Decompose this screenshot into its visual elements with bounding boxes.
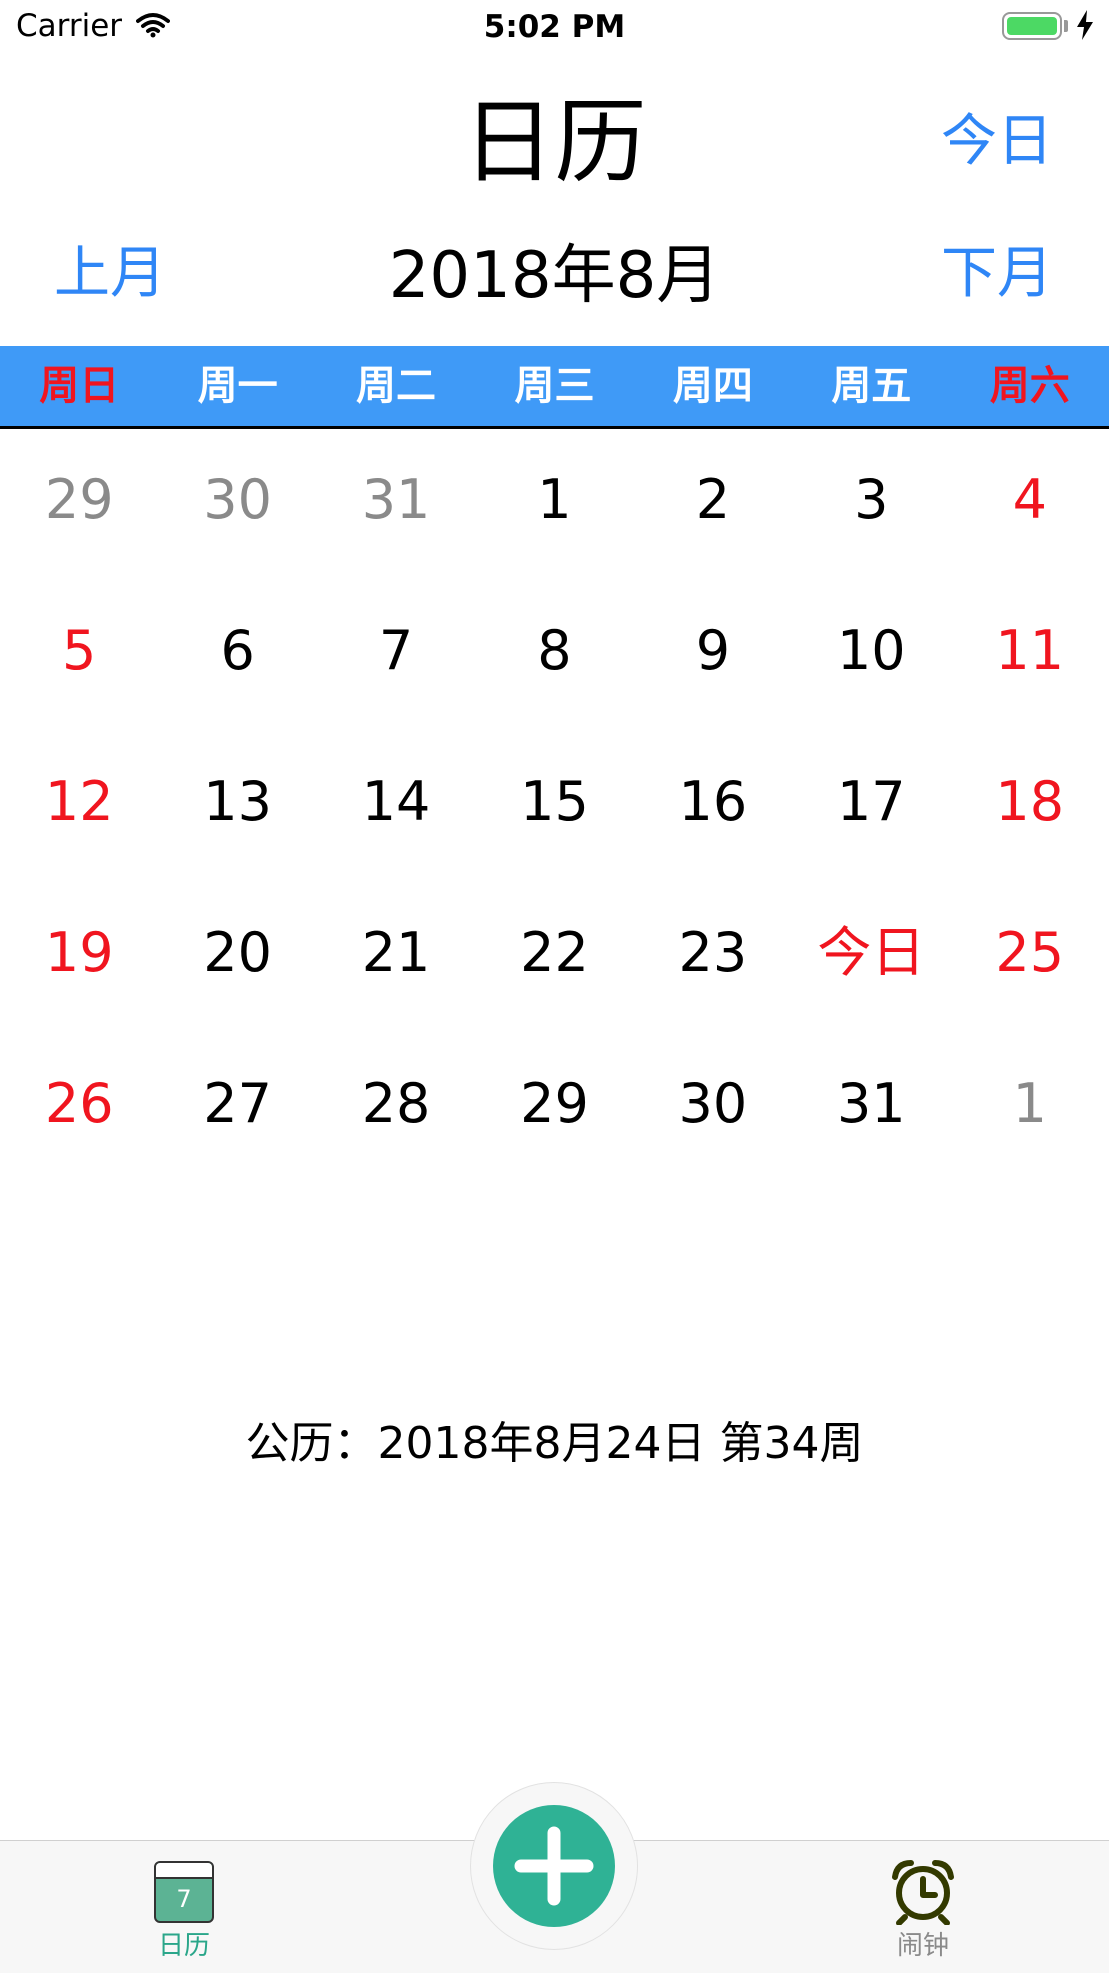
day-cell[interactable]: 29 <box>475 1042 633 1193</box>
day-cell[interactable]: 3 <box>792 438 950 589</box>
day-cell[interactable]: 9 <box>634 589 792 740</box>
date-info: 公历：2018年8月24日 第34周 <box>245 1418 864 1469</box>
week-row: 5 6 7 8 9 10 11 <box>0 589 1109 740</box>
day-cell[interactable]: 13 <box>158 740 316 891</box>
day-cell[interactable]: 25 <box>951 891 1109 1042</box>
tab-calendar[interactable]: 7 日历 <box>84 1841 284 1973</box>
day-cell[interactable]: 2 <box>634 438 792 589</box>
day-cell[interactable]: 20 <box>158 891 316 1042</box>
weekday-header: 周日 周一 周二 周三 周四 周五 周六 <box>0 346 1109 429</box>
weekday-sat: 周六 <box>989 363 1070 409</box>
day-cell[interactable]: 29 <box>0 438 158 589</box>
weekday-sun: 周日 <box>39 363 120 409</box>
add-button[interactable] <box>493 1805 615 1927</box>
tab-alarm[interactable]: 闹钟 <box>823 1841 1023 1973</box>
week-row: 12 13 14 15 16 17 18 <box>0 740 1109 891</box>
day-cell[interactable]: 23 <box>634 891 792 1042</box>
day-cell[interactable]: 8 <box>475 589 633 740</box>
day-cell[interactable]: 17 <box>792 740 950 891</box>
day-cell[interactable]: 7 <box>317 589 475 740</box>
battery-icon <box>1002 12 1062 40</box>
tab-calendar-label: 日历 <box>157 1931 210 1961</box>
day-cell[interactable]: 4 <box>951 438 1109 589</box>
weekday-fri: 周五 <box>831 363 912 409</box>
status-time: 5:02 PM <box>483 9 626 45</box>
charging-icon <box>1076 10 1094 44</box>
today-button[interactable]: 今日 <box>941 108 1053 176</box>
day-cell[interactable]: 18 <box>951 740 1109 891</box>
alarm-clock-icon <box>891 1859 955 1929</box>
day-cell[interactable]: 16 <box>634 740 792 891</box>
day-cell[interactable]: 31 <box>317 438 475 589</box>
day-cell[interactable]: 21 <box>317 891 475 1042</box>
day-cell[interactable]: 10 <box>792 589 950 740</box>
weekday-thu: 周四 <box>672 363 753 409</box>
week-row: 29 30 31 1 2 3 4 <box>0 438 1109 589</box>
day-cell[interactable]: 31 <box>792 1042 950 1193</box>
weekday-tue: 周二 <box>356 363 437 409</box>
tab-alarm-label: 闹钟 <box>896 1931 949 1961</box>
calendar-grid: 29 30 31 1 2 3 4 5 6 7 8 9 10 11 12 13 1… <box>0 438 1109 1193</box>
week-row: 19 20 21 22 23 今日 25 <box>0 891 1109 1042</box>
day-cell[interactable]: 1 <box>475 438 633 589</box>
status-bar: Carrier 5:02 PM <box>0 0 1109 56</box>
day-cell[interactable]: 28 <box>317 1042 475 1193</box>
day-cell[interactable]: 27 <box>158 1042 316 1193</box>
day-cell[interactable]: 6 <box>158 589 316 740</box>
plus-icon <box>514 1826 594 1906</box>
day-cell[interactable]: 30 <box>158 438 316 589</box>
day-cell[interactable]: 5 <box>0 589 158 740</box>
next-month-button[interactable]: 下月 <box>941 240 1053 308</box>
day-cell[interactable]: 19 <box>0 891 158 1042</box>
calendar-icon-number: 7 <box>176 1885 192 1913</box>
day-cell[interactable]: 12 <box>0 740 158 891</box>
weekday-mon: 周一 <box>197 363 278 409</box>
day-cell[interactable]: 11 <box>951 589 1109 740</box>
day-cell[interactable]: 15 <box>475 740 633 891</box>
weekday-wed: 周三 <box>514 363 595 409</box>
calendar-icon: 7 <box>154 1861 214 1923</box>
day-cell[interactable]: 22 <box>475 891 633 1042</box>
week-row: 26 27 28 29 30 31 1 <box>0 1042 1109 1193</box>
day-cell[interactable]: 14 <box>317 740 475 891</box>
day-cell[interactable]: 26 <box>0 1042 158 1193</box>
day-cell[interactable]: 1 <box>951 1042 1109 1193</box>
day-cell[interactable]: 30 <box>634 1042 792 1193</box>
battery-tip <box>1064 20 1068 32</box>
day-cell-today[interactable]: 今日 <box>792 891 950 1042</box>
